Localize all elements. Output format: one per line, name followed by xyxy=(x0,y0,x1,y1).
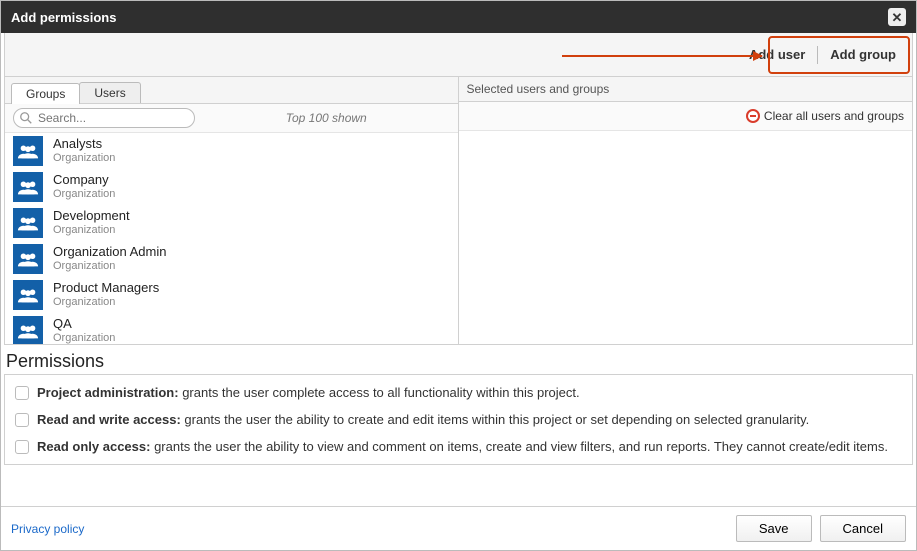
group-sub: Organization xyxy=(53,224,130,238)
dialog-title: Add permissions xyxy=(11,10,116,25)
group-icon xyxy=(13,208,43,238)
right-pane: Selected users and groups Clear all user… xyxy=(459,77,913,344)
group-icon xyxy=(13,316,43,344)
permission-row: Read only access: grants the user the ab… xyxy=(5,433,912,460)
group-name: Development xyxy=(53,208,130,224)
permission-label-bold: Project administration: xyxy=(37,385,179,400)
footer-buttons: Save Cancel xyxy=(736,515,906,542)
permissions-section: Permissions Project administration: gran… xyxy=(4,351,913,465)
annotation-arrow xyxy=(562,55,762,57)
group-sub: Organization xyxy=(53,260,166,274)
group-icon xyxy=(13,136,43,166)
group-item[interactable]: Product ManagersOrganization xyxy=(5,277,458,313)
left-pane: Groups Users Top 100 shown AnalystsOrgan… xyxy=(5,77,459,344)
search-input[interactable] xyxy=(13,108,195,128)
tab-users[interactable]: Users xyxy=(79,82,140,103)
permission-checkbox[interactable] xyxy=(15,413,29,427)
group-icon xyxy=(13,244,43,274)
group-item[interactable]: QAOrganization xyxy=(5,313,458,344)
group-icon xyxy=(13,280,43,310)
remove-icon xyxy=(746,109,760,123)
tab-groups[interactable]: Groups xyxy=(11,83,80,104)
group-item[interactable]: DevelopmentOrganization xyxy=(5,205,458,241)
cancel-button[interactable]: Cancel xyxy=(820,515,906,542)
permission-label: Project administration: grants the user … xyxy=(37,385,580,400)
search-icon xyxy=(19,111,33,125)
privacy-link[interactable]: Privacy policy xyxy=(11,522,84,536)
group-item[interactable]: Organization AdminOrganization xyxy=(5,241,458,277)
tab-row: Groups Users xyxy=(5,77,458,104)
group-text: CompanyOrganization xyxy=(53,172,115,202)
split-panes: Groups Users Top 100 shown AnalystsOrgan… xyxy=(4,77,913,345)
close-button[interactable]: ✕ xyxy=(888,8,906,26)
permission-checkbox[interactable] xyxy=(15,386,29,400)
search-row: Top 100 shown xyxy=(5,104,458,133)
permission-label-bold: Read only access: xyxy=(37,439,150,454)
group-sub: Organization xyxy=(53,296,159,310)
clear-all-link[interactable]: Clear all users and groups xyxy=(764,109,904,123)
group-list: AnalystsOrganizationCompanyOrganizationD… xyxy=(5,133,458,344)
permission-row: Read and write access: grants the user t… xyxy=(5,406,912,433)
titlebar: Add permissions ✕ xyxy=(1,1,916,33)
group-sub: Organization xyxy=(53,332,115,344)
group-sub: Organization xyxy=(53,152,115,166)
add-permissions-dialog: Add permissions ✕ Add user Add group Gro… xyxy=(0,0,917,551)
search-wrap xyxy=(13,108,195,128)
permission-label-desc: grants the user the ability to create an… xyxy=(181,412,809,427)
permissions-box: Project administration: grants the user … xyxy=(4,374,913,465)
permission-label: Read only access: grants the user the ab… xyxy=(37,439,888,454)
group-name: Organization Admin xyxy=(53,244,166,260)
clear-row: Clear all users and groups xyxy=(459,102,913,131)
permission-label-desc: grants the user complete access to all f… xyxy=(179,385,580,400)
permissions-title: Permissions xyxy=(6,351,913,372)
action-bar: Add user Add group xyxy=(4,33,913,77)
group-sub: Organization xyxy=(53,188,115,202)
group-item[interactable]: CompanyOrganization xyxy=(5,169,458,205)
group-text: DevelopmentOrganization xyxy=(53,208,130,238)
group-item[interactable]: AnalystsOrganization xyxy=(5,133,458,169)
add-group-button[interactable]: Add group xyxy=(818,41,908,68)
permission-label-desc: grants the user the ability to view and … xyxy=(150,439,888,454)
group-text: Product ManagersOrganization xyxy=(53,280,159,310)
group-name: QA xyxy=(53,316,115,332)
permission-label: Read and write access: grants the user t… xyxy=(37,412,809,427)
permission-label-bold: Read and write access: xyxy=(37,412,181,427)
group-name: Company xyxy=(53,172,115,188)
group-text: Organization AdminOrganization xyxy=(53,244,166,274)
top-shown-label: Top 100 shown xyxy=(203,111,450,125)
group-name: Analysts xyxy=(53,136,115,152)
footer: Privacy policy Save Cancel xyxy=(1,506,916,550)
save-button[interactable]: Save xyxy=(736,515,812,542)
selected-header: Selected users and groups xyxy=(459,77,913,102)
group-text: AnalystsOrganization xyxy=(53,136,115,166)
close-icon: ✕ xyxy=(892,11,903,24)
group-icon xyxy=(13,172,43,202)
group-text: QAOrganization xyxy=(53,316,115,344)
permission-checkbox[interactable] xyxy=(15,440,29,454)
permission-row: Project administration: grants the user … xyxy=(5,379,912,406)
group-name: Product Managers xyxy=(53,280,159,296)
